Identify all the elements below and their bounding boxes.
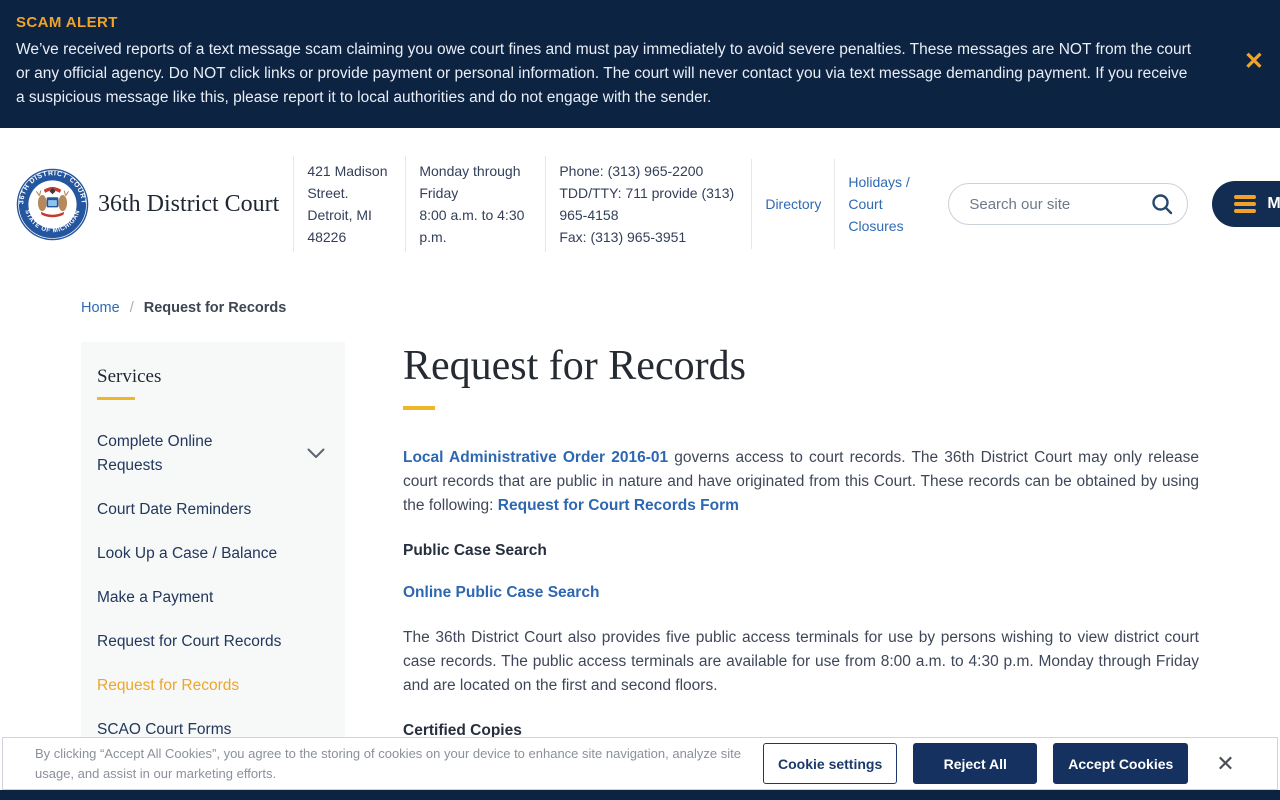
tdd-number: TDD/TTY: 711 provide (313) 965-4158 — [559, 185, 735, 223]
court-contact: Phone: (313) 965-2200 TDD/TTY: 711 provi… — [545, 156, 751, 252]
holidays-closures-link[interactable]: Holidays / Court Closures — [848, 171, 913, 237]
site-search — [948, 183, 1189, 225]
sidebar-item-complete-online-requests[interactable]: Complete Online Requests — [97, 430, 327, 478]
title-gold-rule — [403, 406, 435, 410]
cookie-close-icon[interactable]: ✕ — [1216, 752, 1234, 775]
sidebar-item-court-date-reminders[interactable]: Court Date Reminders — [97, 498, 327, 522]
sidebar-title: Services — [97, 366, 327, 400]
breadcrumb-current: Request for Records — [143, 300, 287, 316]
phone-number: Phone: (313) 965-2200 — [559, 163, 704, 179]
reject-all-button[interactable]: Reject All — [913, 743, 1038, 784]
request-court-records-form-link[interactable]: Request for Court Records Form — [498, 497, 739, 514]
hamburger-icon — [1234, 195, 1257, 213]
hours-times: 8:00 a.m. to 4:30 p.m. — [419, 207, 525, 245]
cookie-actions: Cookie settings Reject All Accept Cookie… — [763, 743, 1189, 784]
online-public-case-search-link[interactable]: Online Public Case Search — [403, 584, 599, 601]
accept-cookies-button[interactable]: Accept Cookies — [1053, 743, 1189, 784]
fax-number: Fax: (313) 965-3951 — [559, 229, 687, 245]
scam-alert-message: We’ve received reports of a text message… — [16, 41, 1192, 106]
scam-alert-banner: SCAM ALERT We’ve received reports of a t… — [0, 0, 1280, 128]
content-area: Services Complete Online Requests Court … — [81, 342, 1199, 800]
intro-paragraph: Local Administrative Order 2016-01 gover… — [403, 449, 1200, 514]
scam-alert-title: SCAM ALERT — [16, 14, 118, 31]
breadcrumb: Home / Request for Records — [0, 280, 1280, 316]
cookie-consent-banner: By clicking “Accept All Cookies”, you ag… — [2, 737, 1278, 790]
search-icon[interactable] — [1150, 192, 1174, 219]
court-hours: Monday through Friday 8:00 a.m. to 4:30 … — [405, 156, 545, 252]
services-sidebar: Services Complete Online Requests Court … — [81, 342, 345, 800]
main-content: Request for Records Local Administrative… — [403, 342, 1199, 756]
header-info: 421 Madison Street. Detroit, MI 48226 Mo… — [293, 156, 926, 252]
directory-link[interactable]: Directory — [765, 193, 821, 215]
court-address: 421 Madison Street. Detroit, MI 48226 — [293, 156, 405, 252]
sidebar-item-request-for-records[interactable]: Request for Records — [97, 674, 327, 698]
cookie-settings-button[interactable]: Cookie settings — [763, 743, 898, 784]
breadcrumb-home-link[interactable]: Home — [81, 300, 120, 316]
site-logo[interactable]: 36TH DISTRICT COURT STATE OF MICHIGAN 36… — [16, 168, 279, 241]
sidebar-item-look-up-case[interactable]: Look Up a Case / Balance — [97, 542, 327, 566]
terminals-paragraph: The 36th District Court also provides fi… — [403, 629, 1199, 694]
sidebar-item-make-a-payment[interactable]: Make a Payment — [97, 586, 327, 610]
court-seal-icon: 36TH DISTRICT COURT STATE OF MICHIGAN — [16, 168, 89, 240]
alert-close-icon[interactable]: ✕ — [1244, 50, 1264, 74]
site-header: 36TH DISTRICT COURT STATE OF MICHIGAN 36… — [0, 128, 1280, 280]
menu-button[interactable]: Menu — [1212, 181, 1280, 227]
online-case-search-line: Online Public Case Search — [403, 584, 1199, 602]
chevron-down-icon[interactable] — [305, 445, 327, 464]
menu-label: Menu — [1267, 195, 1280, 212]
holidays-col: Holidays / Court Closures — [834, 159, 926, 249]
sidebar-nav: Complete Online Requests Court Date Remi… — [97, 430, 327, 742]
breadcrumb-separator: / — [129, 300, 134, 316]
cookie-message: By clicking “Accept All Cookies”, you ag… — [35, 745, 741, 781]
page-bottom-strip — [0, 790, 1280, 800]
public-case-search-heading: Public Case Search — [403, 542, 547, 559]
lao-2016-01-link[interactable]: Local Administrative Order 2016-01 — [403, 449, 668, 466]
site-title: 36th District Court — [98, 190, 280, 217]
hours-days: Monday through Friday — [419, 163, 521, 201]
directory-col: Directory — [751, 159, 834, 249]
sidebar-item-request-court-records[interactable]: Request for Court Records — [97, 630, 327, 654]
page-title: Request for Records — [403, 343, 746, 389]
